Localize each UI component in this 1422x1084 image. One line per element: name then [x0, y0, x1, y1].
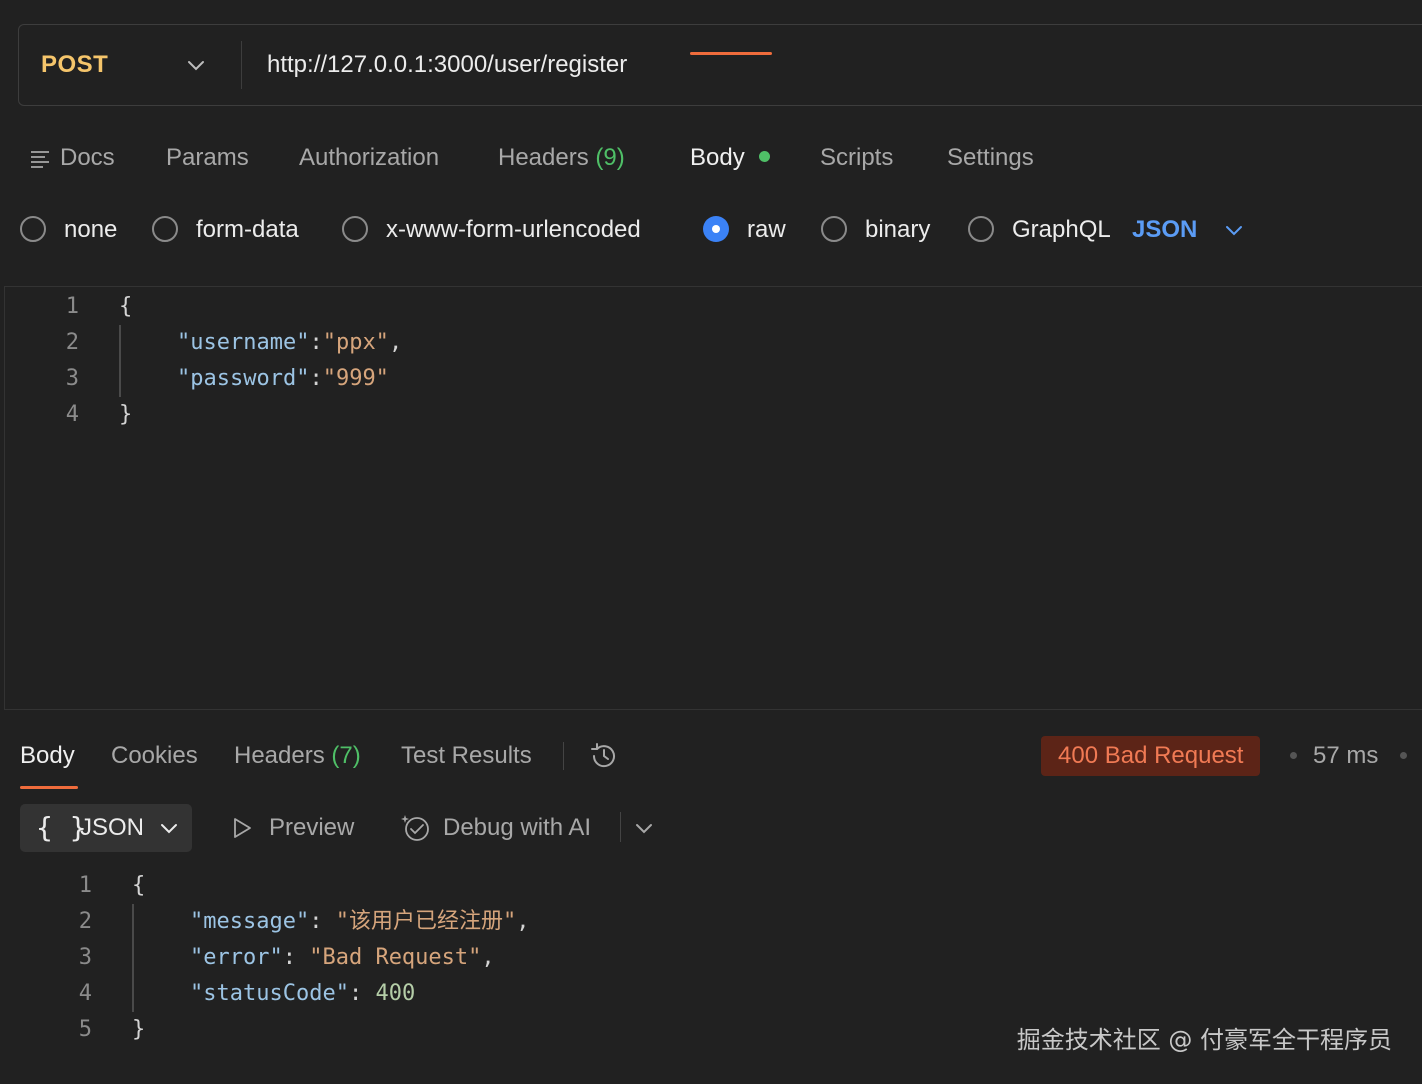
code-close-brace: }	[119, 402, 133, 427]
json-key: "password"	[177, 366, 310, 391]
active-tab-indicator	[690, 52, 772, 55]
status-badge[interactable]: 400 Bad Request	[1041, 736, 1261, 776]
line-number: 5	[78, 1017, 92, 1042]
toolbar-divider	[620, 812, 621, 842]
line-number: 2	[78, 909, 92, 934]
json-string-value: "该用户已经注册"	[335, 909, 517, 934]
response-format-select[interactable]: { } JSON	[20, 804, 192, 852]
debug-ai-icon	[401, 815, 429, 841]
line-number: 4	[65, 402, 79, 427]
radio-label: GraphQL	[1012, 216, 1111, 243]
tab-body[interactable]: Body	[690, 134, 770, 182]
language-select[interactable]: JSON	[1132, 206, 1197, 254]
chevron-down-icon	[161, 824, 177, 834]
json-string-value: "999"	[322, 366, 389, 391]
radio-circle-checked[interactable]	[703, 216, 729, 242]
radio-circle[interactable]	[821, 216, 847, 242]
preview-button[interactable]: Preview	[269, 804, 354, 852]
request-body-editor[interactable]: 1 2 3 4 { "username":"ppx", "password":"…	[4, 286, 1422, 710]
code-close-brace: }	[132, 1017, 146, 1042]
method-select[interactable]: POST	[41, 25, 108, 105]
radio-label: none	[64, 216, 118, 243]
tab-body-label: Body	[690, 144, 745, 171]
code-line-status-code: "statusCode": 400	[190, 981, 416, 1006]
line-number: 1	[78, 873, 92, 898]
url-bar: POST http://127.0.0.1:3000/user/register	[18, 24, 1422, 106]
url-divider	[241, 41, 242, 89]
tab-headers[interactable]: Headers (9)	[498, 134, 625, 182]
code-line-message: "message": "该用户已经注册",	[190, 909, 530, 934]
response-tab-body[interactable]: Body	[20, 732, 75, 780]
radio-circle[interactable]	[20, 216, 46, 242]
chevron-down-icon[interactable]	[1224, 222, 1244, 238]
active-response-tab-indicator	[20, 786, 78, 789]
code-open-brace: {	[132, 873, 146, 898]
tab-scripts[interactable]: Scripts	[820, 134, 893, 182]
json-key: "message"	[190, 909, 310, 934]
history-icon[interactable]	[588, 740, 620, 772]
radio-label: x-www-form-urlencoded	[386, 216, 641, 243]
radio-label: form-data	[196, 216, 299, 243]
line-number: 4	[78, 981, 92, 1006]
tab-settings[interactable]: Settings	[947, 134, 1034, 182]
indent-guide	[132, 904, 134, 1012]
code-line-username: "username":"ppx",	[177, 330, 403, 355]
radio-label: raw	[747, 216, 786, 243]
modified-dot	[758, 151, 770, 162]
line-number: 3	[78, 945, 92, 970]
response-tab-cookies[interactable]: Cookies	[111, 732, 198, 780]
response-tab-headers-count: (7)	[331, 742, 361, 769]
radio-label: binary	[865, 216, 931, 243]
body-type-options: none form-data x-www-form-urlencoded raw…	[0, 206, 1422, 254]
radio-circle[interactable]	[152, 216, 178, 242]
separator-dot	[1400, 752, 1407, 759]
json-string-value: "ppx"	[322, 330, 389, 355]
url-input[interactable]: http://127.0.0.1:3000/user/register	[267, 25, 627, 105]
play-icon	[234, 818, 251, 838]
format-label: JSON	[80, 814, 145, 841]
chevron-down-icon[interactable]	[634, 820, 654, 836]
tab-headers-count: (9)	[595, 144, 625, 171]
indent-guide	[119, 325, 121, 397]
code-open-brace: {	[119, 294, 133, 319]
postman-request-window: POST http://127.0.0.1:3000/user/register…	[0, 0, 1422, 1084]
response-tab-headers-label: Headers	[234, 742, 325, 769]
separator-dot	[1290, 752, 1297, 759]
line-number: 2	[65, 330, 79, 355]
radio-circle[interactable]	[968, 216, 994, 242]
json-key: "error"	[190, 945, 283, 970]
line-number: 3	[65, 366, 79, 391]
json-number-value: 400	[375, 981, 416, 1006]
tab-authorization[interactable]: Authorization	[299, 134, 439, 182]
radio-circle[interactable]	[342, 216, 368, 242]
request-tabs: Docs Params Authorization Headers (9) Bo…	[0, 134, 1422, 190]
line-number: 1	[65, 294, 79, 319]
debug-with-ai-button[interactable]: Debug with AI	[443, 804, 591, 852]
chevron-down-icon[interactable]	[185, 56, 207, 74]
braces-icon: { }	[36, 811, 87, 844]
code-line-password: "password":"999"	[177, 366, 389, 391]
json-key: "statusCode"	[190, 981, 349, 1006]
json-string-value: "Bad Request"	[309, 945, 482, 970]
response-time[interactable]: 57 ms	[1313, 732, 1378, 780]
tab-divider	[563, 742, 564, 770]
code-line-error: "error": "Bad Request",	[190, 945, 495, 970]
watermark: 掘金技术社区 @ 付豪军全干程序员	[1016, 1026, 1392, 1054]
json-key: "username"	[177, 330, 310, 355]
tab-params[interactable]: Params	[166, 134, 249, 182]
response-tab-headers[interactable]: Headers (7)	[234, 732, 361, 780]
tab-headers-label: Headers	[498, 144, 589, 171]
tab-docs[interactable]: Docs	[60, 134, 115, 182]
response-tab-test-results[interactable]: Test Results	[401, 732, 532, 780]
